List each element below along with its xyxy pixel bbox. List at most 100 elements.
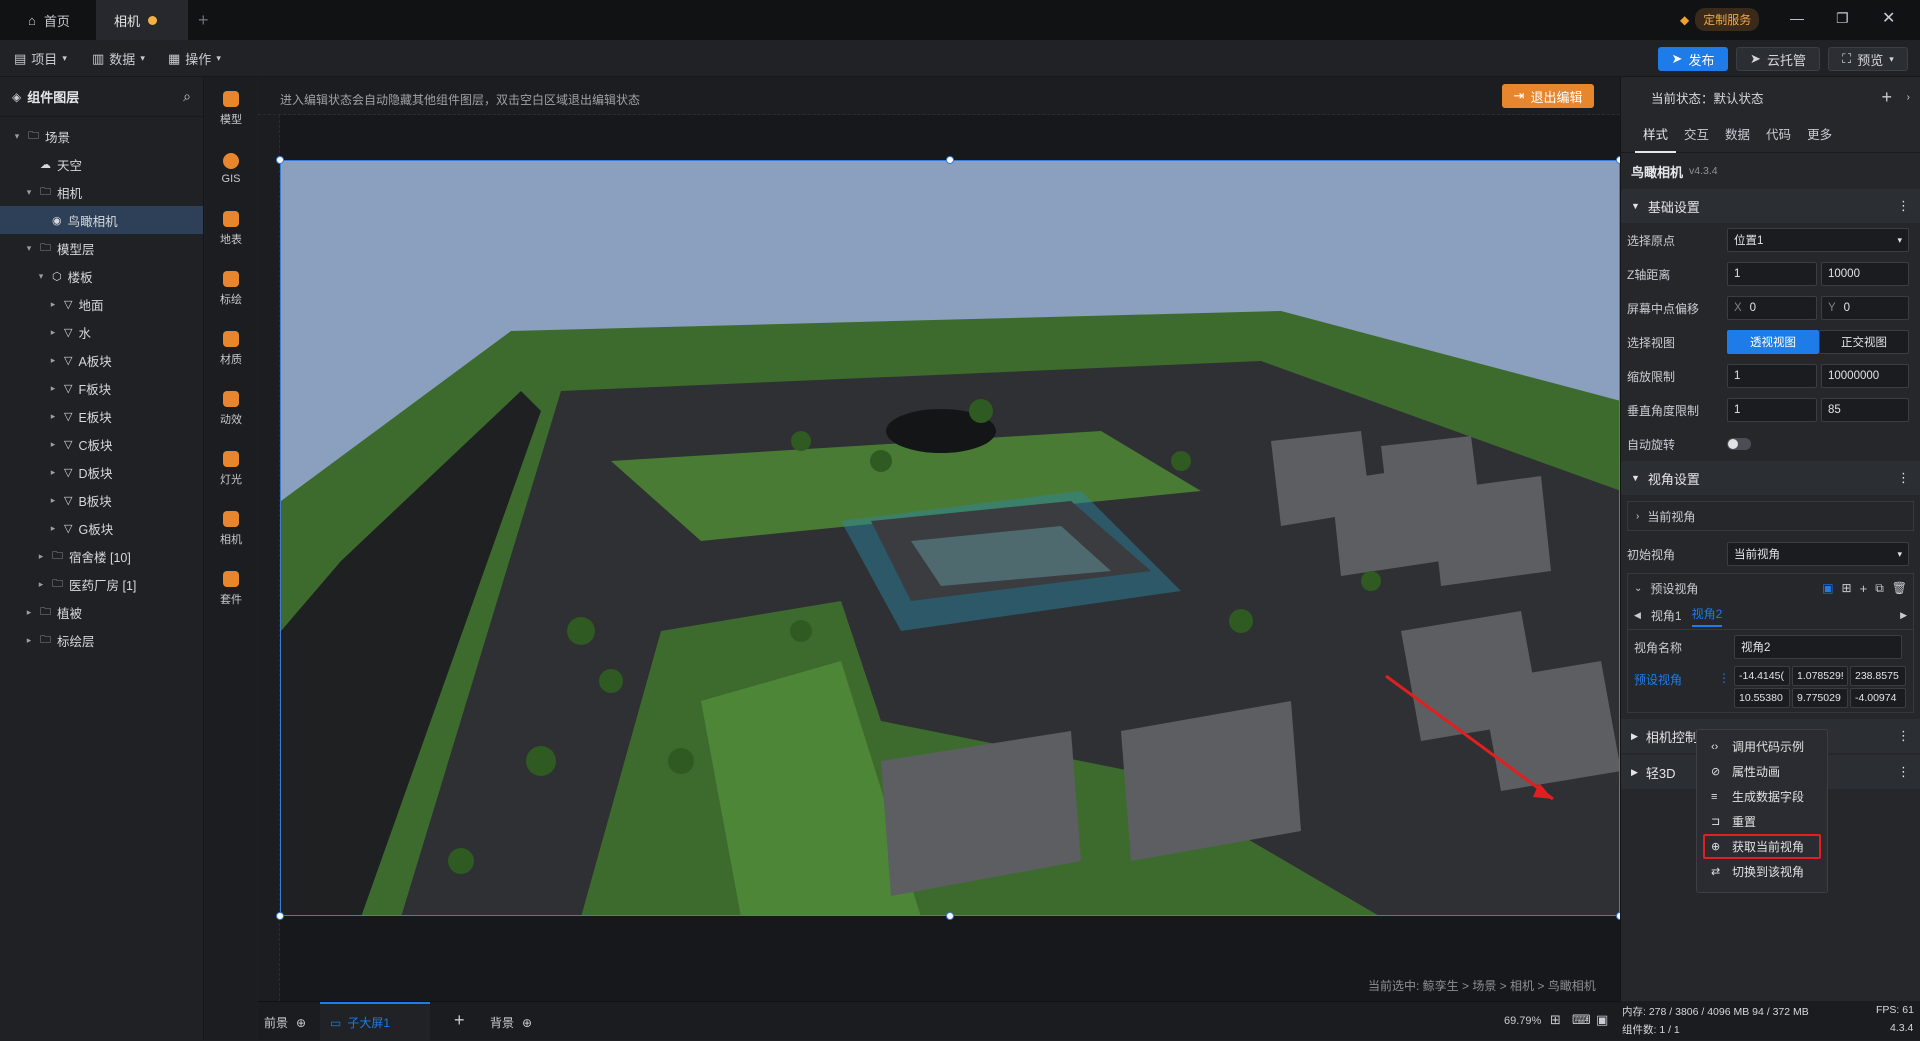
tool-effect[interactable]: 动效 <box>205 379 257 439</box>
preset-value-input[interactable]: 9.775029 <box>1792 688 1848 708</box>
layer-item[interactable]: ▸ ▽ G板块 <box>0 514 203 542</box>
layout-icon[interactable]: ▣ <box>1822 581 1833 595</box>
search-icon[interactable]: ⌕ <box>183 88 191 105</box>
layer-item[interactable]: ▾ 🗀 相机 <box>0 178 203 206</box>
tool-kit[interactable]: 套件 <box>205 559 257 619</box>
layer-item[interactable]: ▾ 🗀 模型层 <box>0 234 203 262</box>
layer-item[interactable]: ▸ 🗀 标绘层 <box>0 626 203 654</box>
view-settings-header[interactable]: ▼ 视角设置 ⋮ <box>1621 461 1920 495</box>
layer-item[interactable]: ▾ ⬡ 楼板 <box>0 262 203 290</box>
caret-right-icon[interactable]: ▸ <box>36 551 46 562</box>
caret-right-icon[interactable]: ▸ <box>48 383 58 394</box>
layer-item[interactable]: ▸ ▽ F板块 <box>0 374 203 402</box>
copy-icon[interactable]: ⧉ <box>1875 581 1884 596</box>
more-vertical-icon[interactable]: ⋮ <box>1897 470 1910 486</box>
resize-handle[interactable] <box>946 912 954 920</box>
layer-item[interactable]: ▸ ▽ E板块 <box>0 402 203 430</box>
background-tab[interactable]: 背景 ⊕ <box>490 1014 532 1031</box>
tool-camera[interactable]: 相机 <box>205 499 257 559</box>
perspective-view-button[interactable]: 透视视图 <box>1727 330 1819 354</box>
tool-terrain[interactable]: 地表 <box>205 199 257 259</box>
menu-data[interactable]: ▥ 数据 ▾ <box>92 40 145 77</box>
layer-item[interactable]: ▸ 🗀 医药厂房 [1] <box>0 570 203 598</box>
layer-item[interactable]: ▸ 🗀 宿舍楼 [10] <box>0 542 203 570</box>
tab-home[interactable]: ⌂ 首页 <box>10 0 88 40</box>
layer-item[interactable]: ▸ ▽ A板块 <box>0 346 203 374</box>
preset-value-input[interactable]: 10.55380 <box>1734 688 1790 708</box>
context-item-target[interactable]: ⊕ 获取当前视角 <box>1703 834 1821 859</box>
minimize-icon[interactable]: — <box>1790 10 1804 26</box>
resize-handle[interactable] <box>276 912 284 920</box>
offset-y-input[interactable]: Y0 <box>1821 296 1909 320</box>
vangle-max-input[interactable]: 85 <box>1821 398 1909 422</box>
add-icon[interactable]: + <box>1860 581 1868 596</box>
zoom-level[interactable]: 69.79% <box>1504 1015 1541 1027</box>
tool-material[interactable]: 材质 <box>205 319 257 379</box>
tool-model[interactable]: 模型 <box>205 79 257 139</box>
property-tab[interactable]: 数据 <box>1717 117 1758 153</box>
preset-value-input[interactable]: 1.078529! <box>1792 666 1848 686</box>
layer-item[interactable]: ☁ 天空 <box>0 150 203 178</box>
caret-right-icon[interactable]: ▸ <box>24 607 34 618</box>
screen-tab[interactable]: ▭ 子大屏1 <box>320 1002 430 1041</box>
layer-item[interactable]: ◉ 鸟瞰相机 <box>0 206 203 234</box>
zdist-max-input[interactable]: 10000 <box>1821 262 1909 286</box>
caret-down-icon[interactable]: ▾ <box>12 131 22 142</box>
restore-icon[interactable]: ❐ <box>1836 10 1849 27</box>
table-icon[interactable]: ⊞ <box>1842 581 1852 595</box>
current-view-group[interactable]: › 当前视角 <box>1627 501 1914 531</box>
caret-right-icon[interactable]: ▸ <box>36 579 46 590</box>
add-circle-icon[interactable]: ⊕ <box>296 1016 306 1030</box>
property-tab[interactable]: 代码 <box>1758 117 1799 153</box>
more-vertical-icon[interactable]: ⋮ <box>1897 728 1910 744</box>
caret-right-icon[interactable]: ▸ <box>48 439 58 450</box>
layer-item[interactable]: ▸ ▽ 水 <box>0 318 203 346</box>
ortho-view-button[interactable]: 正交视图 <box>1819 330 1909 354</box>
add-circle-icon[interactable]: ⊕ <box>522 1016 532 1030</box>
caret-down-icon[interactable]: ▾ <box>24 187 34 198</box>
view-name-input[interactable]: 视角2 <box>1734 635 1902 659</box>
context-item-reset[interactable]: ⊐ 重置 <box>1697 809 1827 834</box>
tab-camera[interactable]: 相机 <box>96 0 188 40</box>
caret-right-icon[interactable]: ▸ <box>48 299 58 310</box>
resize-handle[interactable] <box>946 156 954 164</box>
caret-right-icon[interactable]: ▸ <box>48 495 58 506</box>
fit-screen-icon[interactable]: ⊞ <box>1550 1012 1561 1028</box>
publish-button[interactable]: ➤ 发布 <box>1658 47 1728 71</box>
menu-project[interactable]: ▤ 项目 ▾ <box>14 40 67 77</box>
caret-right-icon[interactable]: ▸ <box>24 635 34 646</box>
context-item-database[interactable]: ≡ 生成数据字段 <box>1697 784 1827 809</box>
preset-value-input[interactable]: -14.4145( <box>1734 666 1790 686</box>
zoom-max-input[interactable]: 10000000 <box>1821 364 1909 388</box>
autorotate-toggle[interactable] <box>1727 438 1751 450</box>
zdist-min-input[interactable]: 1 <box>1727 262 1817 286</box>
more-vertical-icon[interactable]: ⋮ <box>1897 198 1910 214</box>
init-view-select[interactable]: 当前视角 ▾ <box>1727 542 1909 566</box>
caret-down-icon[interactable]: ▾ <box>36 271 46 282</box>
zoom-min-input[interactable]: 1 <box>1727 364 1817 388</box>
arrow-right-icon[interactable]: ▶ <box>1900 610 1907 621</box>
terminal-icon[interactable]: ▣ <box>1596 1012 1608 1028</box>
tab-view2[interactable]: 视角2 <box>1691 605 1723 627</box>
layer-item[interactable]: ▸ ▽ C板块 <box>0 430 203 458</box>
add-state-icon[interactable]: + <box>1881 87 1892 108</box>
tool-gis[interactable]: GIS <box>205 139 257 199</box>
preset-views-header[interactable]: ⌄ 预设视角 ▣ ⊞ + ⧉ 🗑 <box>1628 574 1913 602</box>
caret-down-icon[interactable]: ▾ <box>24 243 34 254</box>
exit-edit-button[interactable]: ⇥ 退出编辑 <box>1502 84 1594 108</box>
layer-item[interactable]: ▸ 🗀 植被 <box>0 598 203 626</box>
layer-item[interactable]: ▸ ▽ B板块 <box>0 486 203 514</box>
context-item-code[interactable]: ‹› 调用代码示例 <box>1697 734 1827 759</box>
context-item-switch-view[interactable]: ⇄ 切换到该视角 <box>1697 859 1827 884</box>
caret-right-icon[interactable]: ▸ <box>48 411 58 422</box>
new-tab-plus-icon[interactable]: + <box>198 10 209 31</box>
layer-item[interactable]: ▸ ▽ D板块 <box>0 458 203 486</box>
layer-item[interactable]: ▸ ▽ 地面 <box>0 290 203 318</box>
close-icon[interactable]: ✕ <box>1882 8 1895 28</box>
property-tab[interactable]: 更多 <box>1799 117 1840 153</box>
delete-icon[interactable]: 🗑 <box>1892 581 1907 595</box>
add-screen-icon[interactable]: + <box>454 1010 465 1031</box>
layer-item[interactable]: ▾ 🗀 场景 <box>0 122 203 150</box>
scene-canvas[interactable] <box>280 160 1620 916</box>
more-vertical-icon[interactable]: ⋮ <box>1897 764 1910 780</box>
